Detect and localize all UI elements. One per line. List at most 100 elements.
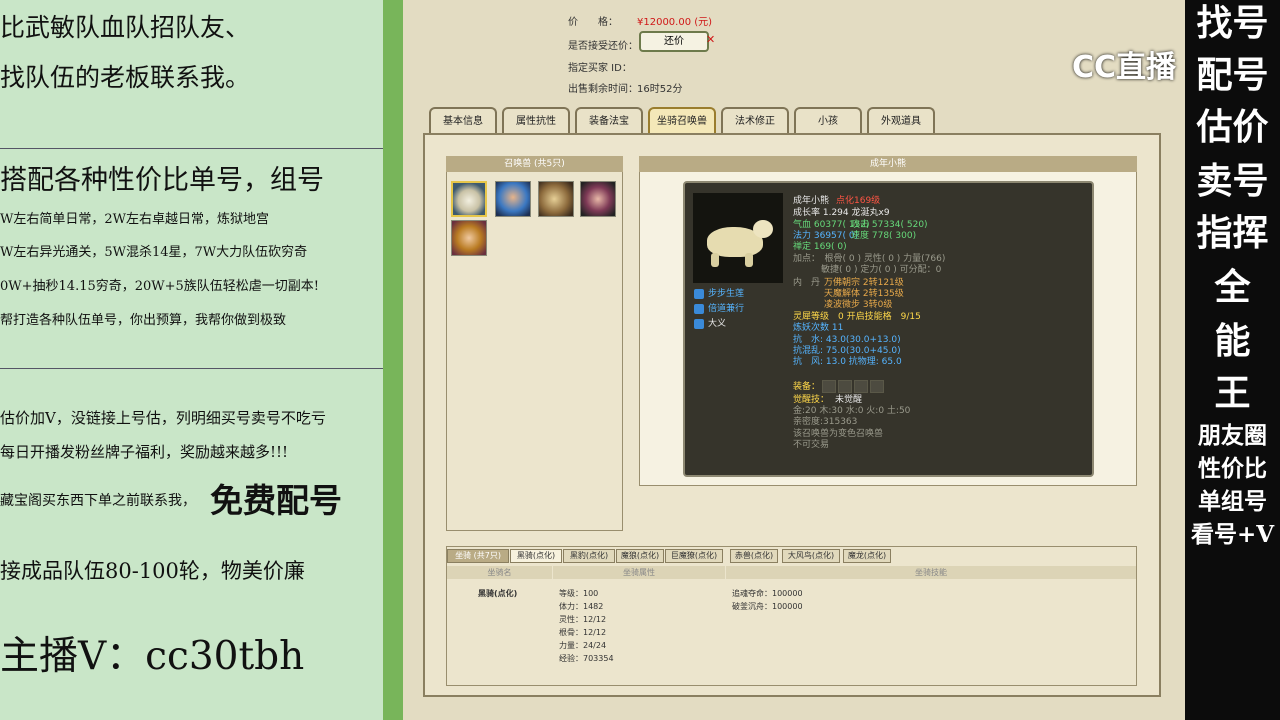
summon-model-image	[693, 193, 783, 283]
promo-line-3: 估价	[1196, 106, 1269, 148]
summon-list-title: 召唤兽 (共5只)	[446, 156, 623, 172]
time-label: 出售剩余时间：	[568, 84, 638, 95]
promo-line-4: 卖号	[1196, 160, 1269, 202]
mount-tab-6[interactable]: 大风鸟(点化)	[782, 549, 840, 563]
equip-slots	[822, 380, 884, 393]
mount-tab-2[interactable]: 黑豹(点化)	[563, 549, 615, 563]
mount-tab-3[interactable]: 魔狼(点化)	[616, 549, 664, 563]
cc-live-logo: CC直播	[1072, 50, 1177, 85]
promo-small-3: 单组号	[1198, 488, 1267, 515]
time-value: 16时52分	[637, 84, 683, 95]
summon-elements: 金:20 木:30 水:0 火:0 土:50	[793, 406, 911, 416]
window-border	[383, 0, 403, 720]
summon-mp: 法力 36957( 0)	[793, 231, 859, 241]
summon-portrait-3[interactable]	[538, 181, 574, 217]
summon-points-2: 敏捷( 0 ) 定力( 0 ) 可分配：0	[821, 265, 942, 275]
promo-line-5: 指挥	[1196, 212, 1269, 254]
ad-line-8: 估价加V，没链接上号估，列明细买号卖号不吃亏	[0, 409, 326, 427]
right-overlay-panel: 找号 配号 估价 卖号 指挥 全 能 王 朋友圈 性价比 单组号 看号+V	[1185, 0, 1280, 720]
tab-basic-info[interactable]: 基本信息	[429, 107, 497, 134]
ad-line-6: 0W+抽秒14.15穷奇，20W+5族队伍轻松虐一切副本!	[0, 279, 320, 294]
bargain-button[interactable]: 还价	[639, 31, 709, 52]
summon-lingxi: 灵犀等级 0 开启技能格 9/15	[793, 312, 921, 322]
mount-stat-spirit: 灵性：12/12	[559, 615, 607, 624]
promo-line-1: 找号	[1196, 2, 1269, 44]
summon-intimacy: 亲密度:315363	[793, 417, 858, 427]
ad-streamer-contact: 主播V：cc30tbh	[0, 634, 305, 679]
summon-skill-3: 大义	[708, 319, 727, 329]
summon-dan-2: 天魔解体 2转135级	[824, 289, 904, 299]
ad-line-4: W左右简单日常，2W左右卓越日常，炼狱地宫	[0, 212, 269, 227]
divider	[0, 148, 383, 149]
summon-tag: 点化169级	[836, 196, 881, 206]
mount-skill-2: 破釜沉舟：100000	[732, 602, 803, 611]
mount-tab-1[interactable]: 黑骑(点化)	[510, 549, 562, 563]
ad-line-12: 接成品队伍80-100轮，物美价廉	[0, 559, 305, 583]
tab-appearance[interactable]: 外观道具	[867, 107, 935, 134]
promo-line-6: 全	[1214, 266, 1251, 308]
close-icon[interactable]: ✕	[706, 33, 715, 46]
summon-portrait-5[interactable]	[451, 220, 487, 256]
summon-name: 成年小熊	[793, 196, 830, 206]
mount-skill-1: 追魂夺命：100000	[732, 589, 803, 598]
mount-name: 黑骑(点化)	[478, 589, 518, 598]
promo-small-1: 朋友圈	[1198, 422, 1267, 449]
summon-res-3: 抗 风: 13.0 抗物理: 65.0	[793, 357, 902, 367]
price-label: 价 格：	[568, 17, 618, 28]
tab-spell[interactable]: 法术修正	[721, 107, 789, 134]
mount-tab-5[interactable]: 赤兽(点化)	[730, 549, 778, 563]
promo-line-8: 王	[1214, 372, 1251, 414]
mount-stat-strength: 力量：24/24	[559, 641, 607, 650]
price-value: ¥12000.00 (元)	[637, 17, 713, 28]
ad-line-2: 找队伍的老板联系我。	[0, 63, 251, 92]
summon-portrait-4[interactable]	[580, 181, 616, 217]
skill-icon	[694, 289, 704, 299]
summon-res-2: 抗混乱: 75.0(30.0+45.0)	[793, 346, 901, 356]
summon-attack: 攻击 57334( 520)	[851, 220, 928, 230]
summon-portrait-bear[interactable]	[451, 181, 487, 217]
ad-line-1: 比武敏队血队招队友、	[0, 13, 251, 42]
buyer-id-label: 指定买家 ID：	[568, 63, 632, 74]
mount-stat-root: 根骨：12/12	[559, 628, 607, 637]
mount-col-name: 坐骑名	[447, 566, 552, 579]
promo-line-7: 能	[1214, 320, 1251, 362]
summon-portrait-2[interactable]	[495, 181, 531, 217]
summon-calm: 禅定 169( 0)	[793, 242, 847, 252]
mount-tab-header: 坐骑 (共7只)	[447, 549, 509, 563]
tab-attributes[interactable]: 属性抗性	[502, 107, 570, 134]
tab-equipment[interactable]: 装备法宝	[575, 107, 643, 134]
skill-icon	[694, 319, 704, 329]
summon-awaken-value: 未觉醒	[835, 395, 863, 405]
summon-skill-2: 倍道兼行	[708, 304, 745, 314]
promo-small-2: 性价比	[1198, 455, 1267, 482]
mount-tab-7[interactable]: 魔龙(点化)	[843, 549, 891, 563]
skill-icon	[694, 304, 704, 314]
summon-note-2: 不可交易	[793, 440, 830, 450]
summon-res-1: 抗 水: 43.0(30.0+13.0)	[793, 335, 901, 345]
divider	[0, 368, 383, 369]
summon-detail-title: 成年小熊	[639, 156, 1137, 172]
bargain-label: 是否接受还价：	[568, 41, 638, 52]
ad-line-9: 每日开播发粉丝牌子福利，奖励越来越多!!!	[0, 443, 289, 461]
summon-skill-1: 步步生莲	[708, 289, 745, 299]
mount-stat-exp: 经验：703354	[559, 654, 614, 663]
mount-stat-stamina: 体力：1482	[559, 602, 604, 611]
summon-points-1: 加点： 根骨( 0 ) 灵性( 0 ) 力量(766)	[793, 254, 946, 264]
summon-speed: 速度 778( 300)	[851, 231, 917, 241]
summon-note-1: 该召唤兽为变色召唤兽	[793, 429, 884, 439]
left-overlay-panel: 比武敏队血队招队友、 找队伍的老板联系我。 搭配各种性价比单号，组号 W左右简单…	[0, 0, 383, 720]
ad-line-7: 帮打造各种队伍单号，你出预算，我帮你做到极致	[0, 313, 287, 328]
promo-small-4: 看号+V	[1190, 521, 1275, 548]
summon-yao: 炼妖次数 11	[793, 323, 844, 333]
tab-mount-summon[interactable]: 坐骑召唤兽	[648, 107, 716, 134]
summon-dan-label: 内 丹	[793, 278, 821, 288]
summon-dan-1: 万佛朝宗 2转121级	[824, 278, 904, 288]
summon-equip-label: 装备：	[793, 382, 821, 392]
summon-growth: 成长率 1.294 龙涎丸x9	[793, 208, 890, 218]
mount-tab-4[interactable]: 巨魔獠(点化)	[665, 549, 723, 563]
ad-line-10: 藏宝阁买东西下单之前联系我，	[0, 493, 196, 509]
summon-dan-3: 凌波微步 3转0级	[824, 300, 893, 310]
ad-line-3: 搭配各种性价比单号，组号	[0, 165, 324, 196]
tab-child[interactable]: 小孩	[794, 107, 862, 134]
promo-line-2: 配号	[1196, 54, 1269, 96]
